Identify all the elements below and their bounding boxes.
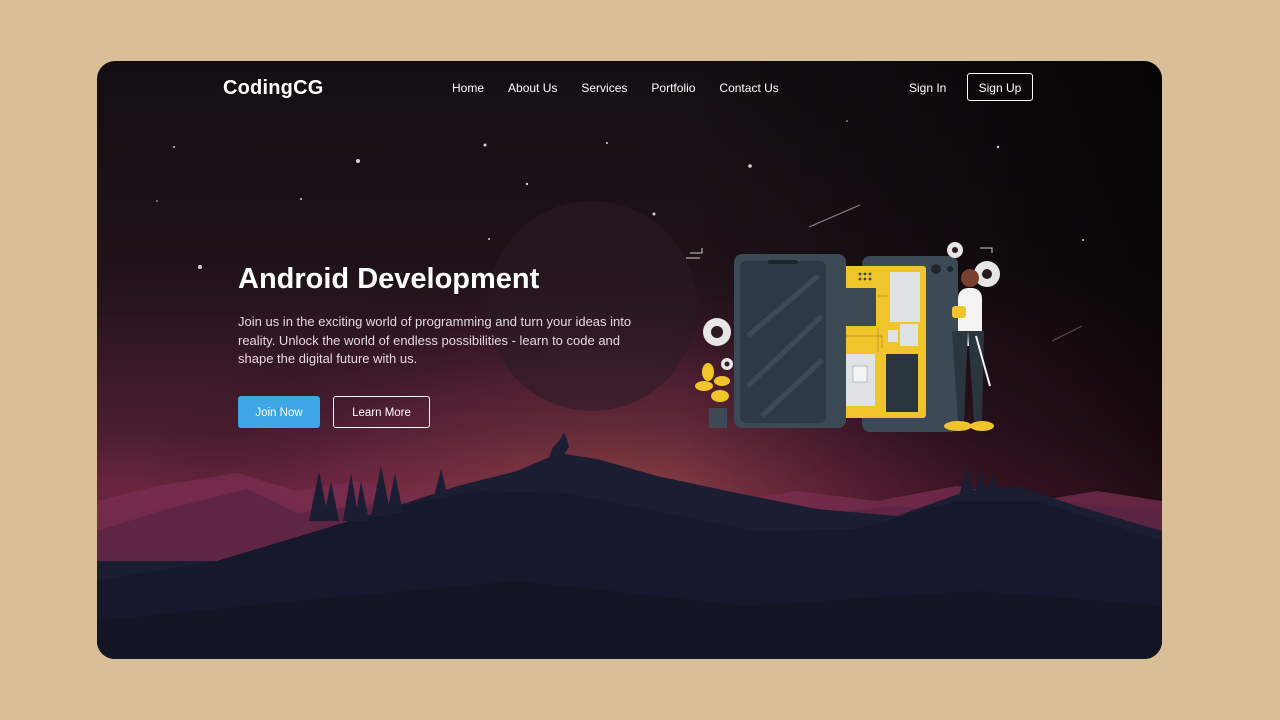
top-navigation: CodingCG Home About Us Services Portfoli… xyxy=(97,61,1162,117)
sign-up-button[interactable]: Sign Up xyxy=(967,73,1033,101)
moon xyxy=(487,201,697,411)
sign-in-link[interactable]: Sign In xyxy=(909,81,946,95)
nav-item-portfolio[interactable]: Portfolio xyxy=(651,81,695,95)
nav-item-home[interactable]: Home xyxy=(452,81,484,95)
join-now-button[interactable]: Join Now xyxy=(238,396,320,428)
hero-card: CodingCG Home About Us Services Portfoli… xyxy=(97,61,1162,659)
brand-logo[interactable]: CodingCG xyxy=(223,77,323,100)
hero-description: Join us in the exciting world of program… xyxy=(238,314,632,366)
hero-title: Android Development xyxy=(238,263,540,295)
android-repair-illustration xyxy=(686,242,1000,432)
nav-item-services[interactable]: Services xyxy=(581,81,627,95)
nav-item-contact-us[interactable]: Contact Us xyxy=(719,81,778,95)
potted-plant xyxy=(695,363,730,428)
nav-item-about-us[interactable]: About Us xyxy=(508,81,557,95)
gear-icon xyxy=(703,318,731,346)
learn-more-button[interactable]: Learn More xyxy=(333,396,430,428)
nav-menu: Home About Us Services Portfolio Contact… xyxy=(452,81,779,95)
